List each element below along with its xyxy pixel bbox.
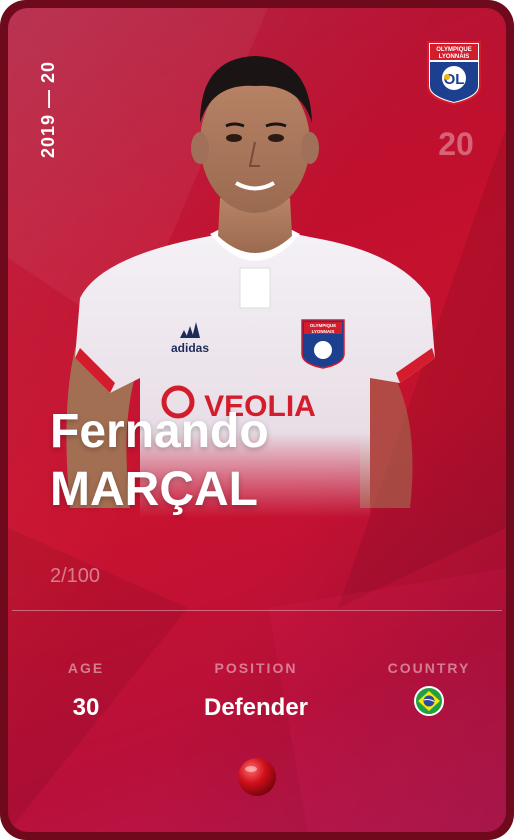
player-last-name: MARÇAL <box>50 463 258 516</box>
serial-number: 2/100 <box>50 565 101 587</box>
season-label: 2019 — 20 <box>38 60 58 158</box>
jersey-crest-line2: LYONNAIS <box>312 329 335 334</box>
brand-text: adidas <box>171 341 209 355</box>
divider <box>12 610 502 611</box>
jersey-crest-line1: OLYMPIQUE <box>310 323 337 328</box>
brazil-flag-icon <box>414 686 444 716</box>
card-face: 2019 — 20 OLYMPIQUE LYONNAIS OL 20 adida… <box>8 8 506 832</box>
position-value: Defender <box>203 694 309 721</box>
player-card[interactable]: 2019 — 20 OLYMPIQUE LYONNAIS OL 20 adida… <box>0 0 514 840</box>
jersey-crest-icon: OLYMPIQUE LYONNAIS <box>301 319 345 369</box>
red-gem-icon <box>238 758 276 796</box>
country-label: COUNTRY <box>387 660 471 676</box>
player-first-name: Fernando <box>50 405 269 458</box>
player-name: Fernando MARÇAL <box>50 403 269 519</box>
position-label: POSITION <box>214 660 298 676</box>
age-label: AGE <box>67 660 105 676</box>
age-value: 30 <box>72 694 100 721</box>
